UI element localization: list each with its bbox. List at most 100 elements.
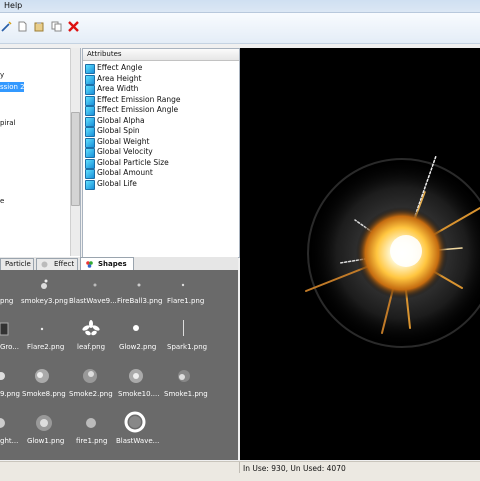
- menu-help[interactable]: Help: [4, 1, 22, 10]
- attributes-panel: Attributes Effect Angle Area Height Area…: [82, 48, 240, 258]
- explosion-effect-preview: [305, 155, 480, 348]
- attribute-row[interactable]: Global Life: [85, 178, 235, 190]
- shape-label[interactable]: 9.png: [0, 390, 20, 398]
- flare2-thumb-icon[interactable]: [38, 325, 46, 333]
- attribute-row[interactable]: Global Amount: [85, 168, 235, 179]
- shape-label[interactable]: png: [0, 297, 13, 305]
- attribute-row[interactable]: Global Spin: [85, 126, 235, 137]
- tree-item-selected[interactable]: ssion 2: [0, 83, 25, 91]
- attribute-row[interactable]: Effect Angle: [85, 63, 235, 74]
- smokey3-thumb-icon[interactable]: [38, 278, 50, 292]
- fire1-thumb-icon[interactable]: [84, 416, 98, 430]
- attribute-row[interactable]: Global Alpha: [85, 115, 235, 127]
- toolbar: [0, 13, 480, 44]
- new-file-icon[interactable]: [17, 21, 28, 32]
- tab-particle[interactable]: Particle: [0, 258, 34, 270]
- attribute-icon: [85, 148, 95, 158]
- attribute-row[interactable]: Global Particle Size: [85, 158, 235, 169]
- fireball-center: [390, 235, 422, 267]
- attribute-row[interactable]: Area Width: [85, 84, 235, 95]
- shape-label[interactable]: Smoke1.png: [164, 390, 208, 398]
- attribute-row[interactable]: Global Velocity: [85, 147, 235, 158]
- shape-label[interactable]: fire1.png: [76, 437, 107, 445]
- attribute-row[interactable]: Global Weight: [85, 136, 235, 148]
- effect-tree[interactable]: y ssion 2 piral e: [0, 48, 81, 258]
- attribute-label: Global Alpha: [97, 115, 145, 125]
- attribute-icon: [85, 74, 95, 85]
- copy-icon[interactable]: [51, 21, 62, 32]
- attribute-label: Effect Angle: [97, 63, 143, 72]
- blastwave9-thumb-icon[interactable]: [90, 280, 100, 290]
- smoke10-thumb-icon[interactable]: [128, 368, 144, 384]
- shape-label[interactable]: FireBall3.png: [117, 297, 162, 305]
- tree-item[interactable]: y: [0, 71, 4, 79]
- tab-effect-label: Effect: [54, 260, 75, 268]
- attribute-icon: [85, 85, 95, 95]
- shape-label[interactable]: smokey3.png: [21, 297, 68, 305]
- attribute-icon: [85, 169, 95, 179]
- attribute-label: Effect Emission Angle: [97, 105, 179, 114]
- shapes-panel: png smokey3.png BlastWave9... FireBall3.…: [0, 270, 238, 460]
- panel-tabs: Particle Effect Shapes: [0, 257, 238, 271]
- attributes-header-label: Attributes: [87, 50, 122, 58]
- attribute-label: Global Spin: [97, 126, 140, 135]
- smoke1-thumb-icon[interactable]: [176, 368, 192, 384]
- shape-label[interactable]: Gro...: [0, 343, 19, 351]
- gro-thumb-icon[interactable]: [0, 322, 10, 336]
- wand-icon[interactable]: [1, 21, 12, 32]
- shape-label[interactable]: Smoke10....: [118, 390, 159, 398]
- shape-label[interactable]: Glow2.png: [119, 343, 156, 351]
- leaf-thumb-icon[interactable]: [82, 320, 100, 338]
- attribute-row[interactable]: Effect Emission Angle: [85, 105, 235, 116]
- flare1-thumb-icon[interactable]: [178, 280, 188, 290]
- shape-label[interactable]: leaf.png: [77, 343, 105, 351]
- tree-item[interactable]: piral: [0, 119, 16, 127]
- tree-item[interactable]: e: [0, 197, 4, 205]
- delete-icon[interactable]: [68, 21, 79, 32]
- fireball3-thumb-icon[interactable]: [134, 280, 144, 290]
- attribute-icon: [85, 158, 95, 169]
- tab-shapes[interactable]: Shapes: [80, 257, 134, 271]
- attribute-icon: [85, 64, 95, 74]
- attribute-icon: [85, 179, 95, 190]
- attributes-header: Attributes: [83, 49, 239, 61]
- shape-label[interactable]: BlastWave9...: [69, 297, 117, 305]
- glow1-thumb-icon[interactable]: [35, 414, 53, 432]
- paste-icon[interactable]: [34, 21, 45, 32]
- attribute-label: Effect Emission Range: [97, 94, 181, 104]
- status-divider: [239, 462, 240, 473]
- shape-label[interactable]: Smoke8.png: [22, 390, 66, 398]
- attribute-label: Area Height: [97, 73, 142, 83]
- attribute-row[interactable]: Area Height: [85, 73, 235, 85]
- smoke9-thumb-icon[interactable]: [0, 370, 6, 382]
- attribute-icon: [85, 137, 95, 148]
- attribute-label: Global Velocity: [97, 147, 153, 156]
- smoke8-thumb-icon[interactable]: [34, 368, 50, 384]
- light-thumb-icon[interactable]: [0, 416, 6, 430]
- attribute-label: Global Life: [97, 178, 137, 188]
- status-bar: In Use: 930, Un Used: 4070: [0, 461, 480, 481]
- effect-preview-canvas[interactable]: [240, 48, 480, 460]
- attribute-icon: [85, 116, 95, 127]
- attribute-row[interactable]: Effect Emission Range: [85, 94, 235, 106]
- attribute-label: Global Weight: [97, 136, 150, 146]
- shape-label[interactable]: Flare2.png: [27, 343, 64, 351]
- attribute-label: Global Amount: [97, 168, 153, 177]
- shape-label[interactable]: Spark1.png: [167, 343, 207, 351]
- smoke2-thumb-icon[interactable]: [82, 368, 98, 384]
- shapes-icon: [86, 261, 93, 268]
- blastwave-thumb-icon[interactable]: [124, 411, 146, 433]
- tree-scrollbar-thumb[interactable]: [71, 112, 80, 206]
- shape-label[interactable]: ght...: [0, 437, 18, 445]
- tab-particle-label: Particle: [5, 260, 31, 268]
- attribute-icon: [85, 106, 95, 116]
- shape-label[interactable]: Glow1.png: [27, 437, 64, 445]
- shape-label[interactable]: Smoke2.png: [69, 390, 113, 398]
- shape-label[interactable]: Flare1.png: [167, 297, 204, 305]
- glow2-thumb-icon[interactable]: [131, 323, 141, 333]
- tab-shapes-label: Shapes: [98, 260, 127, 268]
- effect-icon: [41, 261, 48, 268]
- shape-label[interactable]: BlastWave...: [116, 437, 159, 445]
- spark1-thumb-icon[interactable]: [182, 320, 186, 336]
- tab-effect[interactable]: Effect: [36, 258, 78, 270]
